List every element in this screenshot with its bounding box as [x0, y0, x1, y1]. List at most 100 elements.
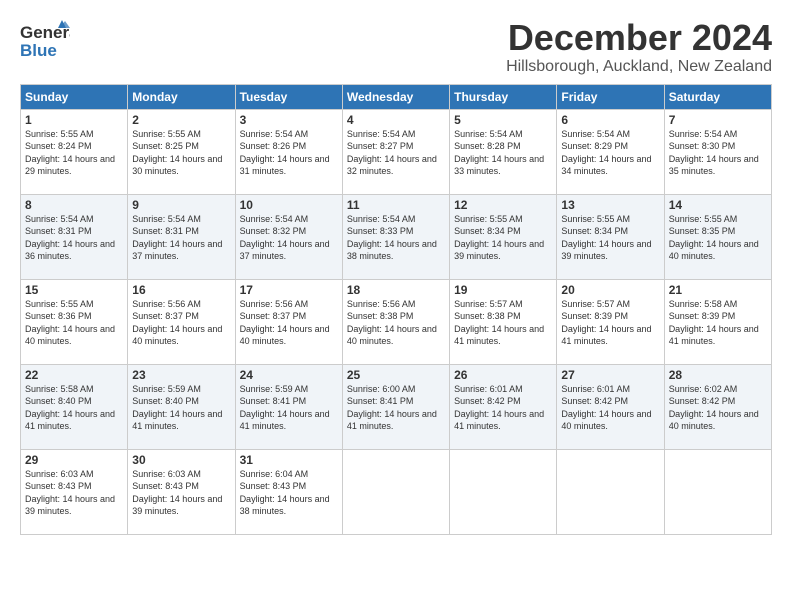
col-thursday: Thursday	[450, 84, 557, 109]
calendar-cell: 29 Sunrise: 6:03 AMSunset: 8:43 PMDayligh…	[21, 449, 128, 534]
calendar-cell	[557, 449, 664, 534]
day-number: 7	[669, 113, 767, 127]
day-info: Sunrise: 5:55 AMSunset: 8:25 PMDaylight:…	[132, 129, 222, 177]
day-info: Sunrise: 5:59 AMSunset: 8:40 PMDaylight:…	[132, 384, 222, 432]
day-info: Sunrise: 5:54 AMSunset: 8:33 PMDaylight:…	[347, 214, 437, 262]
calendar-cell	[342, 449, 449, 534]
col-wednesday: Wednesday	[342, 84, 449, 109]
col-monday: Monday	[128, 84, 235, 109]
day-info: Sunrise: 5:54 AMSunset: 8:30 PMDaylight:…	[669, 129, 759, 177]
day-info: Sunrise: 5:56 AMSunset: 8:37 PMDaylight:…	[240, 299, 330, 347]
day-number: 21	[669, 283, 767, 297]
col-saturday: Saturday	[664, 84, 771, 109]
calendar-week-1: 1 Sunrise: 5:55 AMSunset: 8:24 PMDaylight…	[21, 109, 772, 194]
day-number: 6	[561, 113, 659, 127]
calendar-cell: 21 Sunrise: 5:58 AMSunset: 8:39 PMDayligh…	[664, 279, 771, 364]
day-info: Sunrise: 6:01 AMSunset: 8:42 PMDaylight:…	[561, 384, 651, 432]
calendar-cell: 3 Sunrise: 5:54 AMSunset: 8:26 PMDaylight…	[235, 109, 342, 194]
day-number: 29	[25, 453, 123, 467]
calendar-cell: 26Sunrise: 6:01 AMSunset: 8:42 PMDayligh…	[450, 364, 557, 449]
location: Hillsborough, Auckland, New Zealand	[506, 58, 772, 76]
calendar-cell: 18 Sunrise: 5:56 AMSunset: 8:38 PMDayligh…	[342, 279, 449, 364]
calendar-cell	[664, 449, 771, 534]
title-block: December 2024 Hillsborough, Auckland, Ne…	[506, 18, 772, 76]
day-info: Sunrise: 6:02 AMSunset: 8:42 PMDaylight:…	[669, 384, 759, 432]
day-number: 31	[240, 453, 338, 467]
day-number: 19	[454, 283, 552, 297]
calendar-cell: 16Sunrise: 5:56 AMSunset: 8:37 PMDayligh…	[128, 279, 235, 364]
day-info: Sunrise: 5:57 AMSunset: 8:39 PMDaylight:…	[561, 299, 651, 347]
day-number: 1	[25, 113, 123, 127]
day-info: Sunrise: 5:54 AMSunset: 8:27 PMDaylight:…	[347, 129, 437, 177]
calendar-week-4: 22 Sunrise: 5:58 AMSunset: 8:40 PMDayligh…	[21, 364, 772, 449]
day-number: 15	[25, 283, 123, 297]
header: General Blue December 2024 Hillsborough,…	[20, 18, 772, 76]
calendar-cell: 2 Sunrise: 5:55 AMSunset: 8:25 PMDaylight…	[128, 109, 235, 194]
day-number: 3	[240, 113, 338, 127]
calendar-cell: 7 Sunrise: 5:54 AMSunset: 8:30 PMDaylight…	[664, 109, 771, 194]
calendar-week-2: 8 Sunrise: 5:54 AMSunset: 8:31 PMDaylight…	[21, 194, 772, 279]
day-number: 13	[561, 198, 659, 212]
day-number: 25	[347, 368, 445, 382]
day-info: Sunrise: 6:04 AMSunset: 8:43 PMDaylight:…	[240, 469, 330, 517]
day-info: Sunrise: 6:03 AMSunset: 8:43 PMDaylight:…	[132, 469, 222, 517]
day-number: 17	[240, 283, 338, 297]
day-info: Sunrise: 5:55 AMSunset: 8:35 PMDaylight:…	[669, 214, 759, 262]
calendar-week-5: 29 Sunrise: 6:03 AMSunset: 8:43 PMDayligh…	[21, 449, 772, 534]
calendar-cell: 24Sunrise: 5:59 AMSunset: 8:41 PMDayligh…	[235, 364, 342, 449]
logo-icon: General Blue	[20, 18, 70, 63]
day-number: 30	[132, 453, 230, 467]
logo: General Blue	[20, 18, 72, 63]
day-number: 5	[454, 113, 552, 127]
calendar-cell: 22 Sunrise: 5:58 AMSunset: 8:40 PMDayligh…	[21, 364, 128, 449]
calendar-cell: 13 Sunrise: 5:55 AMSunset: 8:34 PMDayligh…	[557, 194, 664, 279]
day-info: Sunrise: 6:00 AMSunset: 8:41 PMDaylight:…	[347, 384, 437, 432]
day-number: 12	[454, 198, 552, 212]
calendar-cell: 17 Sunrise: 5:56 AMSunset: 8:37 PMDayligh…	[235, 279, 342, 364]
day-number: 23	[132, 368, 230, 382]
day-info: Sunrise: 5:55 AMSunset: 8:34 PMDaylight:…	[561, 214, 651, 262]
day-info: Sunrise: 5:55 AMSunset: 8:36 PMDaylight:…	[25, 299, 115, 347]
day-info: Sunrise: 5:54 AMSunset: 8:32 PMDaylight:…	[240, 214, 330, 262]
day-info: Sunrise: 5:57 AMSunset: 8:38 PMDaylight:…	[454, 299, 544, 347]
calendar-cell: 4 Sunrise: 5:54 AMSunset: 8:27 PMDaylight…	[342, 109, 449, 194]
day-number: 11	[347, 198, 445, 212]
day-info: Sunrise: 5:54 AMSunset: 8:28 PMDaylight:…	[454, 129, 544, 177]
day-info: Sunrise: 5:58 AMSunset: 8:39 PMDaylight:…	[669, 299, 759, 347]
day-info: Sunrise: 6:03 AMSunset: 8:43 PMDaylight:…	[25, 469, 115, 517]
calendar-cell: 9 Sunrise: 5:54 AMSunset: 8:31 PMDaylight…	[128, 194, 235, 279]
day-info: Sunrise: 5:54 AMSunset: 8:31 PMDaylight:…	[25, 214, 115, 262]
calendar-cell: 12 Sunrise: 5:55 AMSunset: 8:34 PMDayligh…	[450, 194, 557, 279]
day-number: 27	[561, 368, 659, 382]
calendar-cell: 31 Sunrise: 6:04 AMSunset: 8:43 PMDayligh…	[235, 449, 342, 534]
day-info: Sunrise: 5:54 AMSunset: 8:29 PMDaylight:…	[561, 129, 651, 177]
day-info: Sunrise: 5:56 AMSunset: 8:38 PMDaylight:…	[347, 299, 437, 347]
col-sunday: Sunday	[21, 84, 128, 109]
day-number: 9	[132, 198, 230, 212]
calendar-cell: 11 Sunrise: 5:54 AMSunset: 8:33 PMDayligh…	[342, 194, 449, 279]
calendar-cell: 1 Sunrise: 5:55 AMSunset: 8:24 PMDaylight…	[21, 109, 128, 194]
day-number: 14	[669, 198, 767, 212]
calendar-cell: 28Sunrise: 6:02 AMSunset: 8:42 PMDayligh…	[664, 364, 771, 449]
page: General Blue December 2024 Hillsborough,…	[0, 0, 792, 612]
calendar-table: Sunday Monday Tuesday Wednesday Thursday…	[20, 84, 772, 535]
calendar-header-row: Sunday Monday Tuesday Wednesday Thursday…	[21, 84, 772, 109]
day-info: Sunrise: 5:54 AMSunset: 8:31 PMDaylight:…	[132, 214, 222, 262]
day-number: 20	[561, 283, 659, 297]
month-title: December 2024	[506, 18, 772, 58]
day-number: 22	[25, 368, 123, 382]
day-number: 10	[240, 198, 338, 212]
day-number: 2	[132, 113, 230, 127]
day-number: 4	[347, 113, 445, 127]
day-number: 18	[347, 283, 445, 297]
day-info: Sunrise: 5:55 AMSunset: 8:34 PMDaylight:…	[454, 214, 544, 262]
calendar-cell: 30 Sunrise: 6:03 AMSunset: 8:43 PMDayligh…	[128, 449, 235, 534]
day-info: Sunrise: 5:55 AMSunset: 8:24 PMDaylight:…	[25, 129, 115, 177]
day-info: Sunrise: 5:54 AMSunset: 8:26 PMDaylight:…	[240, 129, 330, 177]
calendar-week-3: 15 Sunrise: 5:55 AMSunset: 8:36 PMDayligh…	[21, 279, 772, 364]
day-number: 8	[25, 198, 123, 212]
col-tuesday: Tuesday	[235, 84, 342, 109]
calendar-cell: 5 Sunrise: 5:54 AMSunset: 8:28 PMDaylight…	[450, 109, 557, 194]
calendar-cell: 19 Sunrise: 5:57 AMSunset: 8:38 PMDayligh…	[450, 279, 557, 364]
day-info: Sunrise: 5:58 AMSunset: 8:40 PMDaylight:…	[25, 384, 115, 432]
